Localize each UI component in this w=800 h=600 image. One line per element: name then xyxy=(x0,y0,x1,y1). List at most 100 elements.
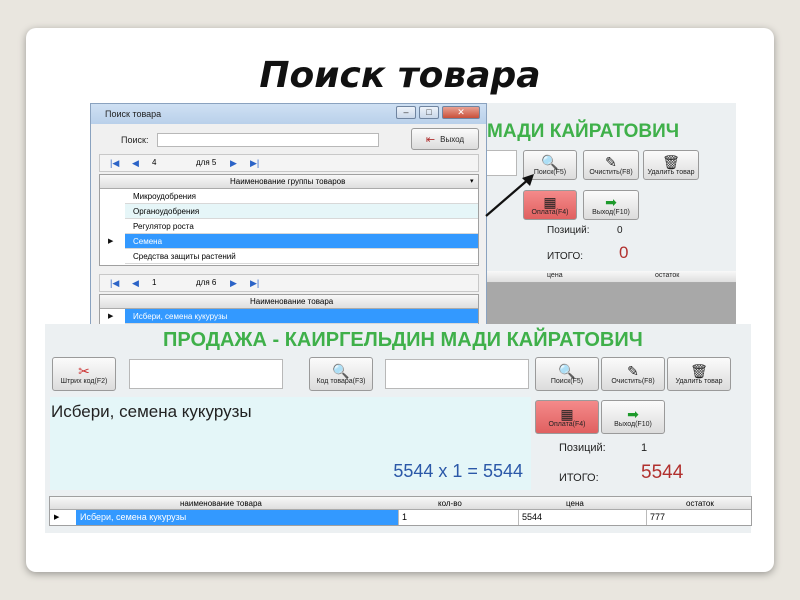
cart-grid-header: наименование товара кол-во цена остаток xyxy=(50,497,751,510)
col-price-header: цена xyxy=(547,272,563,279)
cart-cell-product[interactable]: Исбери, семена кукурузы xyxy=(80,512,186,522)
group-row[interactable]: Регулятор роста xyxy=(125,219,478,234)
group-row[interactable]: Средства защиты растений xyxy=(125,249,478,264)
sale-window-title: ПРОДАЖА - КАИРГЕЛЬДИН МАДИ КАЙРАТОВИЧ xyxy=(163,329,643,351)
trash-icon: 🗑 xyxy=(690,362,708,379)
products-current-position[interactable]: 1 xyxy=(152,278,156,287)
dialog-exit-label: Выход xyxy=(440,134,465,144)
exit-button-label: Выход(F10) xyxy=(614,420,652,428)
barcode-scanner-icon: ✂ xyxy=(78,362,90,379)
pay-button[interactable]: ▦ Оплата(F4) xyxy=(535,400,599,434)
product-code-button[interactable]: 🔍 Код товара(F3) xyxy=(309,357,373,391)
first-page-icon[interactable]: |◀ xyxy=(110,158,119,169)
search-label: Поиск: xyxy=(121,135,149,145)
col-stock-header[interactable]: остаток xyxy=(686,499,714,508)
clear-button-label: Очистить(F8) xyxy=(611,377,655,385)
search-button[interactable]: 🔍 Поиск(F5) xyxy=(535,357,599,391)
row-pointer-icon: ▶ xyxy=(108,238,114,245)
slide-title: Поиск товара xyxy=(259,55,541,96)
group-row[interactable]: Органоудобрения xyxy=(125,204,478,219)
groups-count-label: для 5 xyxy=(196,158,217,167)
clear-button[interactable]: ✎ Очистить(F8) xyxy=(583,150,639,180)
col-product-header[interactable]: наименование товара xyxy=(180,499,262,508)
groups-navigator: |◀ ◀ 4 для 5 ▶ ▶| xyxy=(99,154,479,172)
sale-window: ПРОДАЖА - КАИРГЕЛЬДИН МАДИ КАЙРАТОВИЧ ✂ … xyxy=(45,324,752,533)
trash-icon: 🗑 xyxy=(662,153,680,170)
products-column-header[interactable]: Наименование товара xyxy=(250,297,333,306)
exit-icon: ➡ xyxy=(627,405,639,422)
product-code-button-label: Код товара(F3) xyxy=(316,377,366,385)
product-row-selected[interactable]: Исбери, семена кукурузы xyxy=(125,309,478,324)
dialog-titlebar[interactable]: Поиск товара – □ ✕ xyxy=(91,104,486,124)
close-icon[interactable]: ✕ xyxy=(442,106,480,119)
row-pointer-icon: ▶ xyxy=(108,313,114,320)
sort-chevron-icon: ▾ xyxy=(470,178,474,185)
next-page-icon[interactable]: ▶ xyxy=(230,278,237,289)
barcode-button[interactable]: ✂ Штрих код(F2) xyxy=(52,357,116,391)
total-value: 5544 xyxy=(641,462,684,483)
groups-grid: Наименование группы товаров ▾ Микроудобр… xyxy=(99,174,479,266)
groups-grid-header: Наименование группы товаров ▾ xyxy=(100,175,478,189)
dialog-title: Поиск товара xyxy=(105,109,162,119)
delete-item-button-label: Удалить товар xyxy=(675,377,723,385)
delete-item-button-label: Удалить товар xyxy=(647,168,695,176)
broom-icon: ✎ xyxy=(627,362,639,379)
products-grid-header: Наименование товара xyxy=(100,295,478,309)
column-divider xyxy=(398,510,399,525)
pointer-arrow-icon xyxy=(485,174,534,217)
prev-page-icon[interactable]: ◀ xyxy=(132,158,139,169)
first-page-icon[interactable]: |◀ xyxy=(110,278,119,289)
cart-grid-header: цена остаток xyxy=(483,271,736,283)
product-code-input[interactable] xyxy=(385,359,529,389)
exit-button[interactable]: ➡ Выход(F10) xyxy=(601,400,665,434)
dialog-exit-button[interactable]: ⇤ Выход xyxy=(411,128,479,150)
calculator-icon: ▦ xyxy=(560,405,574,422)
magnifier-icon: 🔍 xyxy=(558,362,576,379)
cart-cell-price[interactable]: 5544 xyxy=(522,512,542,522)
column-divider xyxy=(518,510,519,525)
col-stock-header: остаток xyxy=(655,272,680,279)
group-row-selected[interactable]: Семена xyxy=(125,234,478,249)
column-divider xyxy=(646,510,647,525)
pay-button-label: Оплата(F4) xyxy=(548,420,586,428)
exit-button[interactable]: ➡ Выход(F10) xyxy=(583,190,639,220)
magnifier-icon: 🔍 xyxy=(332,362,350,379)
col-qty-header[interactable]: кол-во xyxy=(438,499,462,508)
cart-grid: наименование товара кол-во цена остаток … xyxy=(49,496,752,526)
col-price-header[interactable]: цена xyxy=(566,499,584,508)
positions-value: 1 xyxy=(641,442,648,454)
calculator-icon: ▦ xyxy=(543,193,557,210)
exit-door-icon: ⇤ xyxy=(425,133,436,146)
search-dialog: Поиск товара – □ ✕ Поиск: ⇤ Выход |◀ ◀ 4… xyxy=(90,103,487,325)
next-page-icon[interactable]: ▶ xyxy=(230,158,237,169)
row-pointer-icon: ▶ xyxy=(54,514,60,521)
minimize-icon[interactable]: – xyxy=(396,106,416,119)
cart-cell-qty[interactable]: 1 xyxy=(402,512,407,522)
exit-button-label: Выход(F10) xyxy=(592,208,630,216)
delete-item-button[interactable]: 🗑 Удалить товар xyxy=(667,357,731,391)
groups-current-position[interactable]: 4 xyxy=(152,158,156,167)
clear-button[interactable]: ✎ Очистить(F8) xyxy=(601,357,665,391)
products-count-label: для 6 xyxy=(196,278,217,287)
barcode-input[interactable] xyxy=(129,359,283,389)
exit-icon: ➡ xyxy=(605,193,617,210)
total-label: ИТОГО: xyxy=(559,472,599,484)
maximize-icon[interactable]: □ xyxy=(419,106,439,119)
total-label: ИТОГО: xyxy=(547,251,584,262)
total-value: 0 xyxy=(619,243,629,262)
main-window-title-partial: МАДИ КАЙРАТОВИЧ xyxy=(487,121,680,142)
last-page-icon[interactable]: ▶| xyxy=(250,158,259,169)
magnifier-icon: 🔍 xyxy=(541,153,559,170)
group-row[interactable]: Микроудобрения xyxy=(125,189,478,204)
delete-item-button[interactable]: 🗑 Удалить товар xyxy=(643,150,699,180)
products-grid: Наименование товара ▶ Исбери, семена кук… xyxy=(99,294,479,325)
barcode-button-label: Штрих код(F2) xyxy=(60,377,108,385)
prev-page-icon[interactable]: ◀ xyxy=(132,278,139,289)
positions-label: Позиций: xyxy=(547,225,590,236)
groups-column-header[interactable]: Наименование группы товаров xyxy=(230,177,345,186)
search-button-label: Поиск(F5) xyxy=(550,377,584,385)
cart-cell-stock[interactable]: 777 xyxy=(650,512,665,522)
last-page-icon[interactable]: ▶| xyxy=(250,278,259,289)
search-input[interactable] xyxy=(157,133,379,147)
products-navigator: |◀ ◀ 1 для 6 ▶ ▶| xyxy=(99,274,479,292)
